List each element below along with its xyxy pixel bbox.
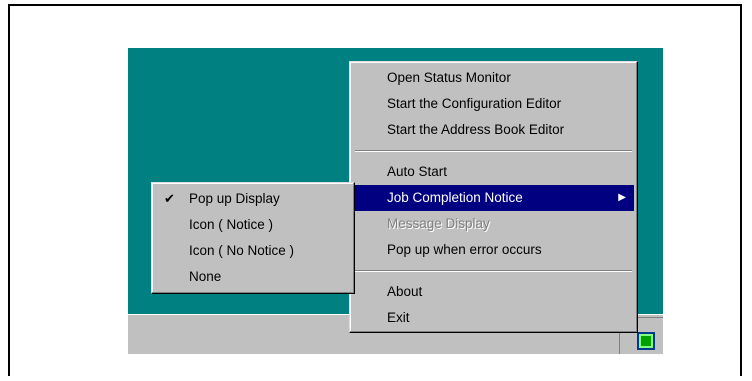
checkmark-icon: ✔ bbox=[164, 191, 175, 206]
menu-item-start-configuration-editor[interactable]: Start the Configuration Editor bbox=[353, 91, 634, 117]
submenu-item-icon-no-notice[interactable]: Icon ( No Notice ) bbox=[155, 238, 351, 264]
submenu-item-none[interactable]: None bbox=[155, 264, 351, 290]
desktop-area: Open Status Monitor Start the Configurat… bbox=[128, 48, 663, 354]
printer-status-icon[interactable] bbox=[637, 332, 655, 350]
tray-context-menu: Open Status Monitor Start the Configurat… bbox=[349, 61, 638, 333]
menu-item-about[interactable]: About bbox=[353, 279, 634, 305]
menu-item-popup-when-error[interactable]: Pop up when error occurs bbox=[353, 237, 634, 263]
menu-item-label: Job Completion Notice bbox=[387, 190, 523, 205]
menu-item-auto-start[interactable]: Auto Start bbox=[353, 159, 634, 185]
menu-item-message-display: Message Display bbox=[353, 211, 634, 237]
menu-separator bbox=[355, 150, 632, 152]
menu-item-label: Start the Address Book Editor bbox=[387, 122, 565, 137]
submenu-arrow-icon: ▶ bbox=[618, 192, 626, 203]
submenu-item-label: Icon ( Notice ) bbox=[189, 217, 274, 232]
menu-item-open-status-monitor[interactable]: Open Status Monitor bbox=[353, 65, 634, 91]
menu-item-label: Pop up when error occurs bbox=[387, 242, 542, 257]
menu-item-label: Exit bbox=[387, 310, 410, 325]
job-completion-submenu: ✔ Pop up Display Icon ( Notice ) Icon ( … bbox=[151, 182, 355, 294]
menu-item-label: Open Status Monitor bbox=[387, 70, 511, 85]
menu-item-label: Start the Configuration Editor bbox=[387, 96, 562, 111]
menu-item-label: About bbox=[387, 284, 423, 299]
menu-separator bbox=[355, 270, 632, 272]
menu-item-job-completion-notice[interactable]: Job Completion Notice ▶ bbox=[353, 185, 634, 211]
submenu-item-label: Pop up Display bbox=[189, 191, 280, 206]
menu-item-start-address-book-editor[interactable]: Start the Address Book Editor bbox=[353, 117, 634, 143]
submenu-item-label: None bbox=[189, 269, 222, 284]
menu-item-label: Auto Start bbox=[387, 164, 448, 179]
submenu-item-label: Icon ( No Notice ) bbox=[189, 243, 295, 258]
menu-item-exit[interactable]: Exit bbox=[353, 305, 634, 331]
figure-frame: Open Status Monitor Start the Configurat… bbox=[8, 4, 742, 376]
submenu-item-icon-notice[interactable]: Icon ( Notice ) bbox=[155, 212, 351, 238]
menu-item-label: Message Display bbox=[387, 216, 490, 231]
submenu-item-popup-display[interactable]: ✔ Pop up Display bbox=[155, 186, 351, 212]
